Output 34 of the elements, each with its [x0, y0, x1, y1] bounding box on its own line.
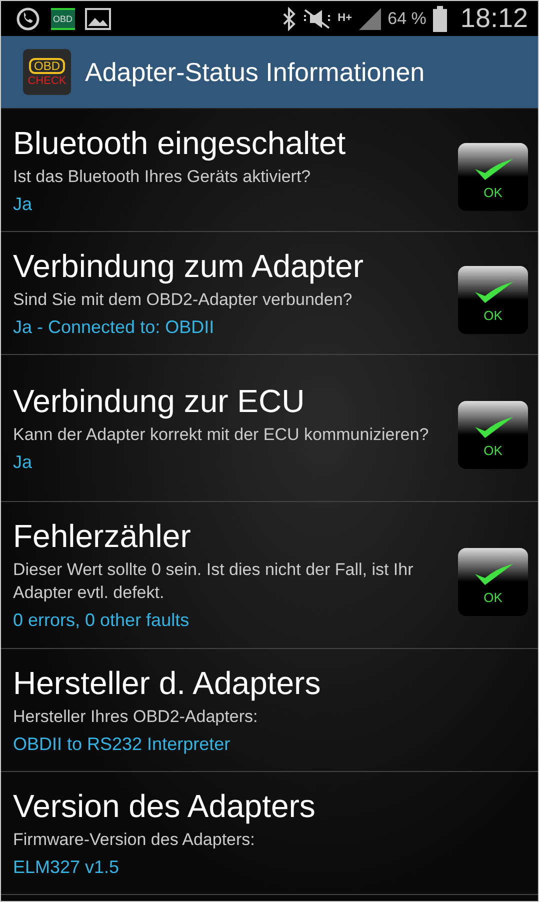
item-value: Ja: [13, 192, 34, 216]
item-title: Hersteller d. Adapters: [13, 664, 322, 702]
app-icon: OBD CHECK: [23, 49, 71, 95]
image-icon: [84, 8, 111, 30]
item-value: Ja - Connected to: OBDII: [13, 316, 216, 338]
item-title: Verbindung zur ECU: [13, 382, 306, 420]
item-description: Firmware-Version des Adapters:: [13, 828, 256, 850]
item-description: Ist das Bluetooth Ihres Geräts aktiviert?: [13, 166, 312, 188]
mute-icon: [302, 6, 332, 30]
item-value: 0 errors, 0 other faults: [13, 609, 190, 632]
ok-status-badge: OK: [458, 143, 528, 211]
item-description: Dieser Wert sollte 0 sein. Ist dies nicht der Fall, ist Ihr Adapter evtl. defekt.: [13, 559, 414, 604]
screen-title: Adapter-Status Informationen: [85, 56, 425, 88]
item-title: Version des Adapters: [13, 786, 316, 826]
item-value: Ja: [13, 450, 34, 474]
item-description: Hersteller Ihres OBD2-Adapters:: [13, 706, 259, 728]
ok-status-badge: OK: [458, 548, 528, 616]
ok-status-badge: OK: [458, 266, 528, 334]
obd-icon: OBD: [51, 8, 75, 30]
network-type: H+: [338, 13, 352, 24]
item-value: OBDII to RS232 Interpreter: [13, 732, 232, 756]
item-title: Verbindung zum Adapter: [13, 246, 364, 286]
chat-icon: [15, 6, 41, 32]
battery-percent: 64 %: [388, 8, 426, 28]
item-title: Bluetooth eingeschaltet: [13, 124, 347, 162]
signal-icon: [358, 6, 382, 30]
item-title: Fehlerzähler: [13, 517, 192, 556]
item-description: Kann der Adapter korrekt mit der ECU kommunizieren?: [13, 424, 430, 446]
bluetooth-icon: [282, 6, 296, 30]
clock: 18:12: [460, 3, 528, 34]
item-value: ELM327 v1.5: [13, 856, 120, 878]
ok-status-badge: OK: [458, 401, 528, 469]
item-description: Sind Sie mit dem OBD2-Adapter verbunden?: [13, 288, 354, 310]
battery-icon: [432, 6, 448, 32]
